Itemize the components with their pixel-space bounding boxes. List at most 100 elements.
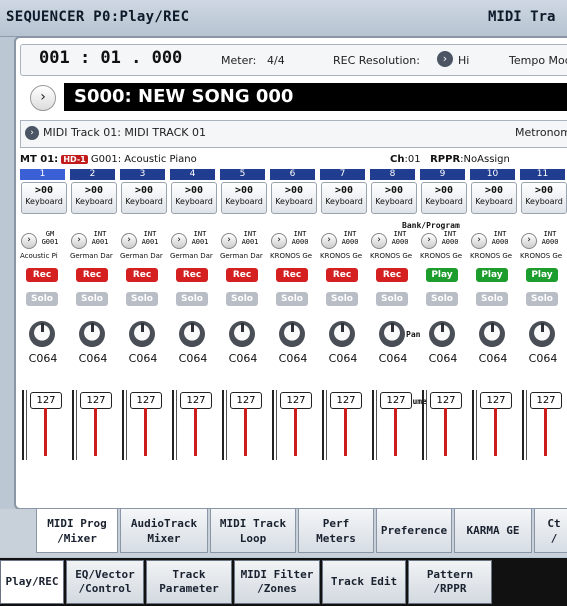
play-rec-button[interactable]: Rec [126,268,158,282]
pan-knob[interactable] [329,321,355,347]
volume-fader[interactable]: 127 [172,390,214,460]
chevron-right-icon[interactable]: › [371,233,387,249]
keyboard-button[interactable]: >00 Keyboard [521,182,567,214]
bank-program-select[interactable]: › GM G001 [21,230,65,250]
volume-fader[interactable]: 127 [272,390,314,460]
play-rec-button[interactable]: Play [476,268,508,282]
solo-button[interactable]: Solo [26,292,58,306]
track-number[interactable]: 11 [520,169,565,180]
chevron-right-icon[interactable]: › [71,233,87,249]
play-rec-button[interactable]: Play [426,268,458,282]
volume-fader[interactable]: 127 [122,390,164,460]
track-number[interactable]: 5 [220,169,265,180]
chevron-right-icon[interactable]: › [271,233,287,249]
play-rec-button[interactable]: Rec [326,268,358,282]
volume-fader[interactable]: 127 [522,390,564,460]
tab-lower[interactable]: Track Edit [322,560,406,604]
pan-knob[interactable] [479,321,505,347]
bank-program-select[interactable]: › INT A000 [321,230,365,250]
chevron-right-icon[interactable]: › [421,233,437,249]
play-rec-button[interactable]: Play [526,268,558,282]
chevron-right-icon[interactable]: › [25,126,39,140]
meter-value[interactable]: 4/4 [267,54,285,67]
solo-button[interactable]: Solo [176,292,208,306]
bank-program-select[interactable]: › INT A000 [521,230,565,250]
solo-button[interactable]: Solo [76,292,108,306]
pan-knob[interactable] [29,321,55,347]
chevron-right-icon[interactable]: › [171,233,187,249]
solo-button[interactable]: Solo [376,292,408,306]
bank-program-select[interactable]: › INT A001 [221,230,265,250]
pan-knob[interactable] [179,321,205,347]
pan-knob[interactable] [429,321,455,347]
play-rec-button[interactable]: Rec [276,268,308,282]
rec-resolution-value[interactable]: Hi [458,54,469,67]
bank-program-select[interactable]: › INT A001 [171,230,215,250]
track-number[interactable]: 2 [70,169,115,180]
bank-program-select[interactable]: › INT A000 [371,230,415,250]
tab-lower[interactable]: EQ/Vector /Control [66,560,144,604]
keyboard-button[interactable]: >00 Keyboard [321,182,367,214]
track-number[interactable]: 1 [20,169,65,180]
volume-value[interactable]: 127 [530,392,562,409]
solo-button[interactable]: Solo [476,292,508,306]
solo-button[interactable]: Solo [326,292,358,306]
volume-fader[interactable]: 127 [72,390,114,460]
rec-resolution-button[interactable]: › [437,51,453,67]
locate-position[interactable]: 001 : 01 . 000 [39,48,182,68]
volume-fader[interactable]: 127 [22,390,64,460]
keyboard-button[interactable]: >00 Keyboard [171,182,217,214]
chevron-right-icon[interactable]: › [321,233,337,249]
volume-fader[interactable]: 127 [472,390,514,460]
song-name[interactable]: S000: NEW SONG 000 [64,83,567,111]
keyboard-button[interactable]: >00 Keyboard [71,182,117,214]
keyboard-button[interactable]: >00 Keyboard [271,182,317,214]
volume-value[interactable]: 127 [480,392,512,409]
tab-upper[interactable]: Preference [376,509,452,553]
pan-knob[interactable] [379,321,405,347]
volume-fader[interactable]: 127 [222,390,264,460]
track-select-label[interactable]: MIDI Track 01: MIDI TRACK 01 [43,126,206,139]
solo-button[interactable]: Solo [126,292,158,306]
volume-value[interactable]: 127 [130,392,162,409]
volume-value[interactable]: 127 [80,392,112,409]
keyboard-button[interactable]: >00 Keyboard [421,182,467,214]
solo-button[interactable]: Solo [226,292,258,306]
chevron-right-icon[interactable]: › [121,233,137,249]
volume-value[interactable]: 127 [180,392,212,409]
volume-value[interactable]: 127 [430,392,462,409]
tab-upper[interactable]: KARMA GE [454,509,532,553]
bank-program-select[interactable]: › INT A001 [71,230,115,250]
volume-fader[interactable]: 127 [322,390,364,460]
volume-fader[interactable]: 127 [422,390,464,460]
tab-upper[interactable]: AudioTrack Mixer [120,509,208,553]
pan-knob[interactable] [129,321,155,347]
tab-upper[interactable]: Perf Meters [298,509,374,553]
volume-value[interactable]: 127 [380,392,412,409]
volume-value[interactable]: 127 [330,392,362,409]
play-rec-button[interactable]: Rec [176,268,208,282]
tab-upper[interactable]: Ct / [534,509,567,553]
play-rec-button[interactable]: Rec [76,268,108,282]
tab-lower[interactable]: Pattern /RPPR [408,560,492,604]
pan-knob[interactable] [229,321,255,347]
track-number[interactable]: 7 [320,169,365,180]
tab-upper[interactable]: MIDI Track Loop [210,509,296,553]
chevron-right-icon[interactable]: › [521,233,537,249]
bank-program-select[interactable]: › INT A000 [271,230,315,250]
track-number[interactable]: 3 [120,169,165,180]
volume-value[interactable]: 127 [30,392,62,409]
pan-knob[interactable] [529,321,555,347]
metronome-label[interactable]: Metronome [515,126,567,139]
play-rec-button[interactable]: Rec [226,268,258,282]
bank-program-select[interactable]: › INT A000 [471,230,515,250]
keyboard-button[interactable]: >00 Keyboard [21,182,67,214]
keyboard-button[interactable]: >00 Keyboard [221,182,267,214]
track-number[interactable]: 10 [470,169,515,180]
solo-button[interactable]: Solo [426,292,458,306]
volume-value[interactable]: 127 [230,392,262,409]
chevron-right-icon[interactable]: › [21,233,37,249]
tab-lower[interactable]: Track Parameter [146,560,232,604]
solo-button[interactable]: Solo [526,292,558,306]
tab-upper[interactable]: MIDI Prog /Mixer [36,509,118,553]
